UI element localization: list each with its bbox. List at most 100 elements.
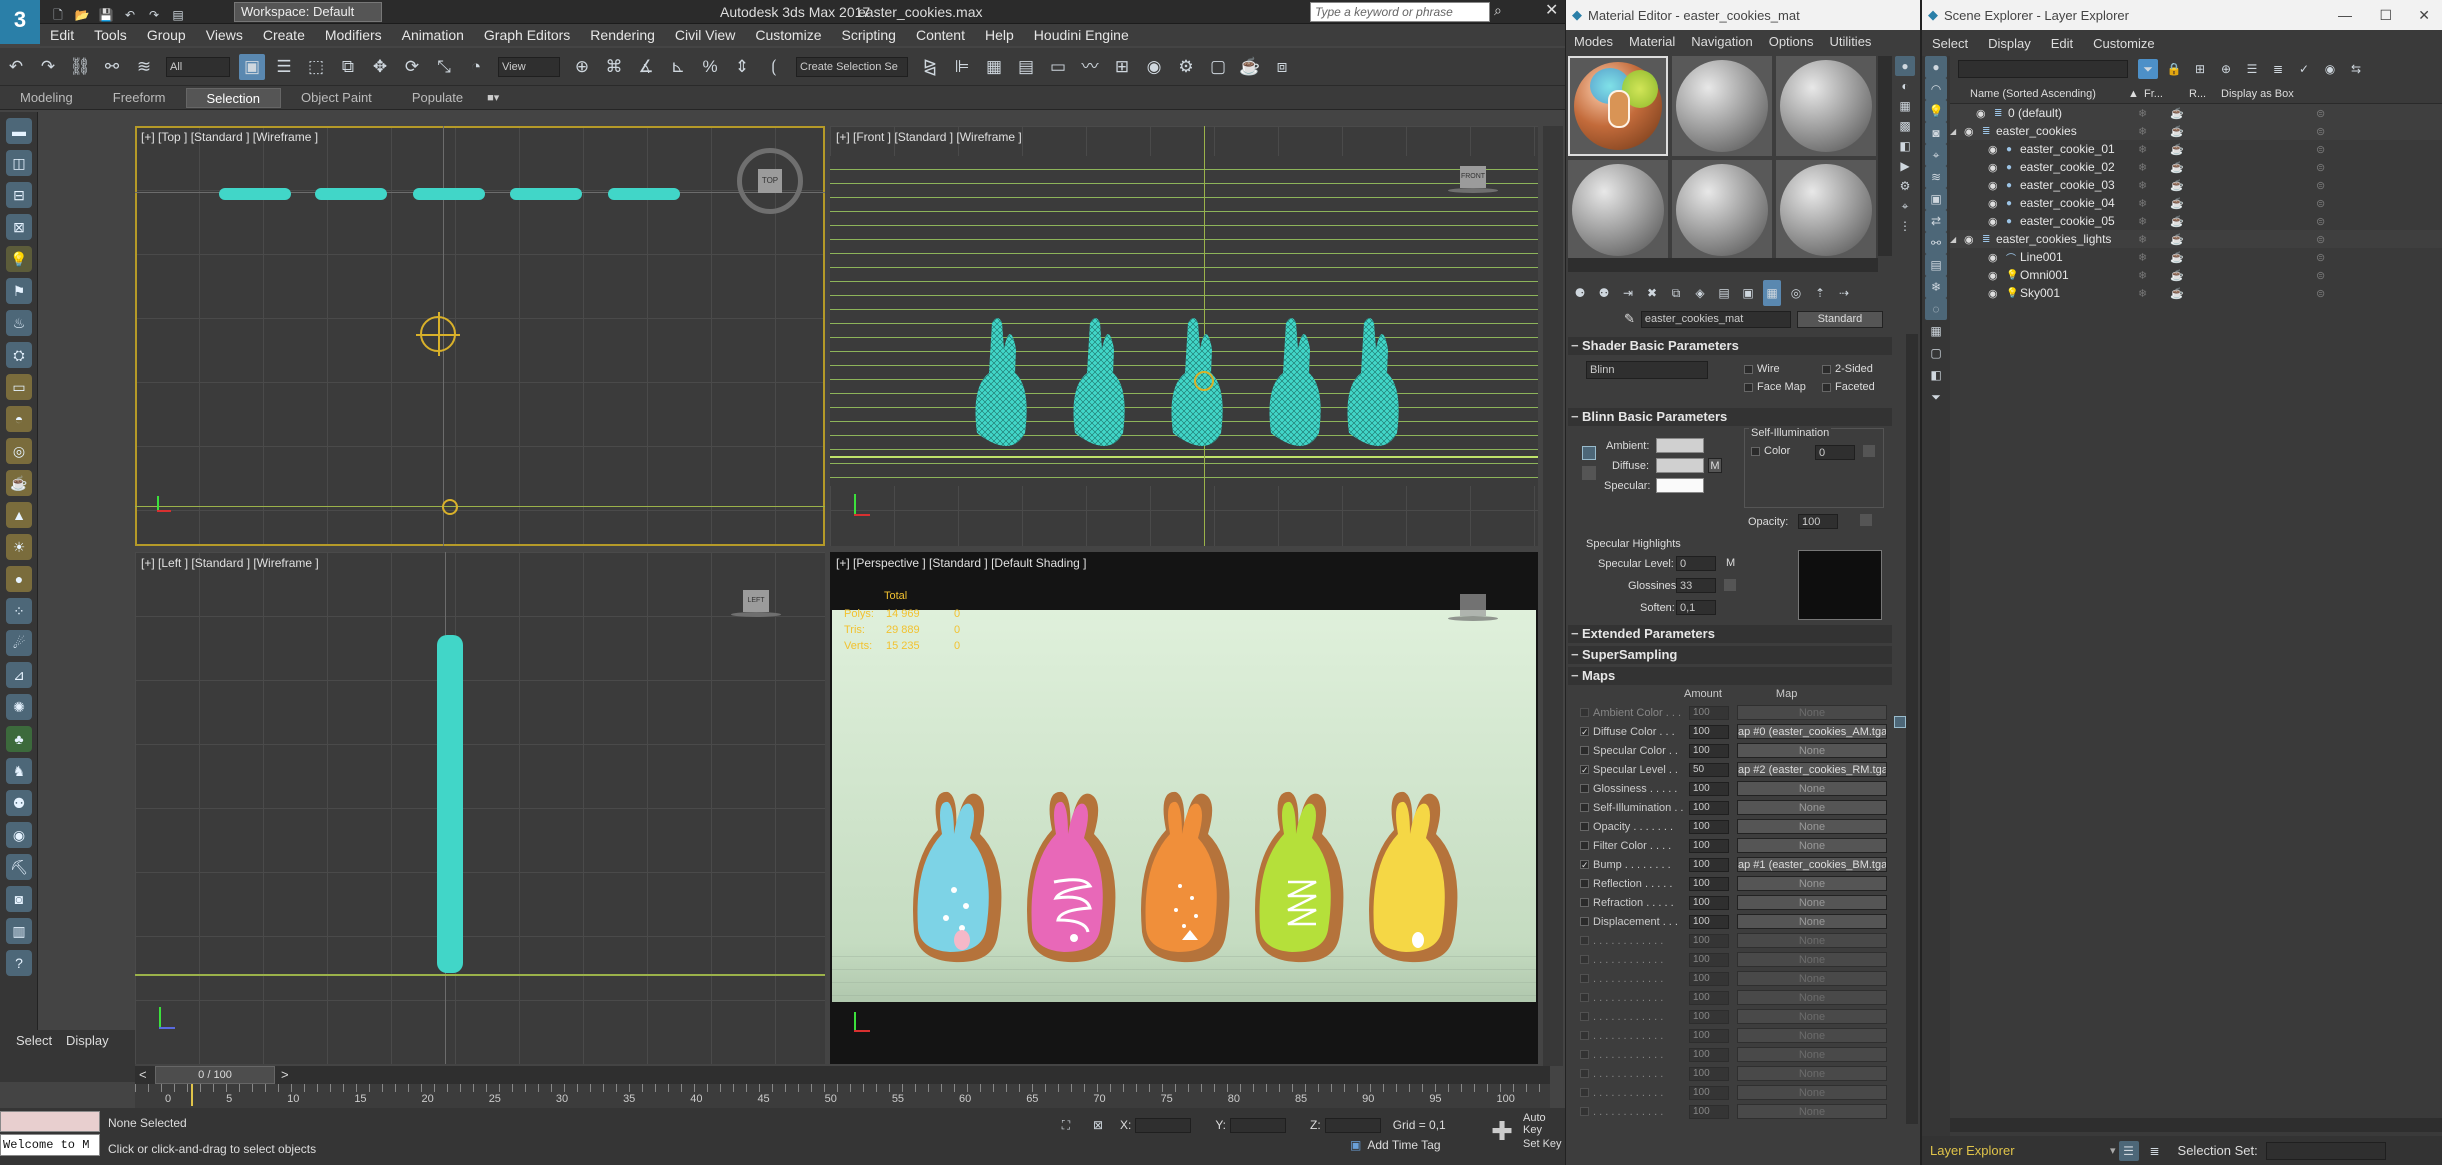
map-amount[interactable]: 100 xyxy=(1689,743,1729,758)
se-add-to-layer-icon[interactable]: ⊕ xyxy=(2216,59,2236,79)
map-enable-checkbox[interactable] xyxy=(1580,936,1589,945)
renderable-teapot-icon[interactable]: ☕ xyxy=(2170,233,2184,246)
rollout-blinn-basic[interactable]: Blinn Basic Parameters xyxy=(1568,408,1892,426)
se-footer-label[interactable]: Layer Explorer xyxy=(1930,1143,2090,1158)
maps-lock-icon[interactable] xyxy=(1894,716,1906,728)
map-slot-button[interactable]: None xyxy=(1737,971,1887,986)
display-box-icon[interactable]: ⊜ xyxy=(2316,125,2325,138)
cookie-top-3[interactable] xyxy=(413,188,485,200)
sample-slot-3[interactable] xyxy=(1776,56,1876,156)
map-enable-checkbox[interactable] xyxy=(1580,746,1589,755)
map-enable-checkbox[interactable] xyxy=(1580,917,1589,926)
visibility-eye-icon[interactable]: ◉ xyxy=(1964,233,1982,246)
sun-icon[interactable]: ☀ xyxy=(6,534,32,560)
scale-icon[interactable]: ⤡ xyxy=(431,54,457,80)
renderable-teapot-icon[interactable]: ☕ xyxy=(2170,287,2184,300)
se-menu-select[interactable]: Select xyxy=(1922,36,1978,51)
add-key-icon[interactable]: ✚ xyxy=(1488,1118,1516,1146)
filter-hidden-icon[interactable]: ◌ xyxy=(1925,298,1947,320)
schematic-view-icon[interactable]: ⊞ xyxy=(1109,54,1135,80)
workspace-dropdown[interactable]: Workspace: Default xyxy=(234,2,382,22)
se-footer-hierarchy-icon[interactable]: ≣ xyxy=(2145,1141,2165,1161)
tree-label[interactable]: Sky001 xyxy=(2020,286,2156,300)
visibility-eye-icon[interactable]: ◉ xyxy=(1988,179,2006,192)
filter-frozen-icon[interactable]: ❄ xyxy=(1925,276,1947,298)
map-amount[interactable]: 100 xyxy=(1689,724,1729,739)
freeze-icon[interactable]: ❄ xyxy=(2138,269,2147,282)
make-unique-icon[interactable]: ◈ xyxy=(1691,280,1709,306)
populate-icon[interactable]: ⚉ xyxy=(6,790,32,816)
tree-label[interactable]: easter_cookie_03 xyxy=(2020,178,2156,192)
se-lock-icon[interactable]: 🔒 xyxy=(2164,59,2184,79)
material-map-navigator-icon[interactable]: ⋮ xyxy=(1895,216,1915,236)
filter-shapes-icon[interactable]: ◠ xyxy=(1925,78,1947,100)
map-slot-button[interactable]: ap #1 (easter_cookies_BM.tga xyxy=(1737,857,1887,872)
cone-icon[interactable]: ▲ xyxy=(6,502,32,528)
y-field[interactable] xyxy=(1230,1117,1287,1133)
display-box-icon[interactable]: ⊜ xyxy=(2316,251,2325,264)
spec-level-map-button[interactable]: M xyxy=(1726,557,1735,569)
filter-none-icon[interactable]: ▢ xyxy=(1925,342,1947,364)
percent-snap-icon[interactable]: % xyxy=(697,54,723,80)
ribbon-toggle-icon[interactable]: ▭ xyxy=(1045,54,1071,80)
glossiness-map-button[interactable] xyxy=(1724,579,1736,591)
show-end-result-icon[interactable]: ◎ xyxy=(1787,280,1805,306)
go-forward-sibling-icon[interactable]: ⇢ xyxy=(1835,280,1853,306)
map-slot-button[interactable]: None xyxy=(1737,1047,1887,1062)
map-amount[interactable]: 100 xyxy=(1689,705,1729,720)
me-menu-options[interactable]: Options xyxy=(1761,34,1822,49)
rotate-icon[interactable]: ⟳ xyxy=(399,54,425,80)
tree-label[interactable]: easter_cookie_02 xyxy=(2020,160,2156,174)
tree-label[interactable]: Line001 xyxy=(2020,250,2156,264)
face-map-checkbox[interactable]: Face Map xyxy=(1744,381,1806,393)
menu-houdini-engine[interactable]: Houdini Engine xyxy=(1024,24,1139,46)
filter-all-icon[interactable]: ▦ xyxy=(1925,320,1947,342)
help-search-icon[interactable]: ⌕ xyxy=(1494,2,1502,19)
se-footer-dropdown-arrow[interactable]: ▾ xyxy=(2110,1144,2116,1157)
map-slot-button[interactable]: None xyxy=(1737,838,1887,853)
make-preview-icon[interactable]: ▶ xyxy=(1895,156,1915,176)
menu-edit[interactable]: Edit xyxy=(40,24,84,46)
viewcube-top[interactable]: TOP xyxy=(758,169,782,193)
selection-filter-dropdown[interactable]: All xyxy=(166,56,230,77)
teapot-icon[interactable]: ☕ xyxy=(6,470,32,496)
map-amount[interactable]: 100 xyxy=(1689,876,1729,891)
map-amount[interactable]: 100 xyxy=(1689,1066,1729,1081)
tree-row[interactable]: ◉ ● easter_cookie_03 ❄ ☕ ⊜ xyxy=(1950,176,2442,194)
tab-populate[interactable]: Populate xyxy=(392,88,483,108)
opacity-value[interactable]: 100 xyxy=(1798,514,1838,529)
tab-selection[interactable]: Selection xyxy=(185,87,281,108)
map-slot-button[interactable]: None xyxy=(1737,933,1887,948)
map-slot-button[interactable]: ap #2 (easter_cookies_RM.tga xyxy=(1737,762,1887,777)
me-menu-modes[interactable]: Modes xyxy=(1566,34,1621,49)
rollout-shader-basic[interactable]: Shader Basic Parameters xyxy=(1568,337,1892,355)
curve-editor-icon[interactable]: 〰 xyxy=(1077,54,1103,80)
layer-explorer-icon[interactable]: ▤ xyxy=(1013,54,1039,80)
hierarchy-icon[interactable]: ⊟ xyxy=(6,182,32,208)
filter-geometry-icon[interactable]: ● xyxy=(1925,56,1947,78)
filter-lights-icon[interactable]: 💡 xyxy=(1925,100,1947,122)
filter-cameras-icon[interactable]: ◙ xyxy=(1925,122,1947,144)
set-key-button[interactable]: Set Key xyxy=(1523,1138,1562,1150)
freeze-icon[interactable]: ❄ xyxy=(2138,161,2147,174)
map-enable-checkbox[interactable] xyxy=(1580,993,1589,1002)
map-slot-button[interactable]: None xyxy=(1737,876,1887,891)
cookie-top-1[interactable] xyxy=(219,188,291,200)
sky-light-icon[interactable] xyxy=(442,499,458,515)
viewport-layout-tabs[interactable] xyxy=(1543,126,1563,1066)
viewport-top-label[interactable]: [+] [Top ] [Standard ] [Wireframe ] xyxy=(141,130,318,144)
tree-row[interactable]: ◉ ● easter_cookie_05 ❄ ☕ ⊜ xyxy=(1950,212,2442,230)
omni-light-icon[interactable] xyxy=(1194,371,1214,391)
minimize-icon[interactable]: — xyxy=(2338,7,2352,23)
maxscript-listener[interactable]: Welcome to M xyxy=(0,1134,100,1156)
map-enable-checkbox[interactable] xyxy=(1580,1088,1589,1097)
freeze-icon[interactable]: ❄ xyxy=(2138,287,2147,300)
se-close-icon[interactable]: ✕ xyxy=(2418,7,2430,24)
se-menu-edit[interactable]: Edit xyxy=(2041,36,2083,51)
viewcube-front[interactable]: FRONT xyxy=(1448,166,1498,196)
map-amount[interactable]: 100 xyxy=(1689,1028,1729,1043)
shaded-cookies[interactable] xyxy=(906,790,1466,965)
map-amount[interactable]: 100 xyxy=(1689,800,1729,815)
viewcube-left[interactable]: LEFT xyxy=(731,590,781,620)
col-display-as-box[interactable]: Display as Box xyxy=(2221,88,2294,100)
